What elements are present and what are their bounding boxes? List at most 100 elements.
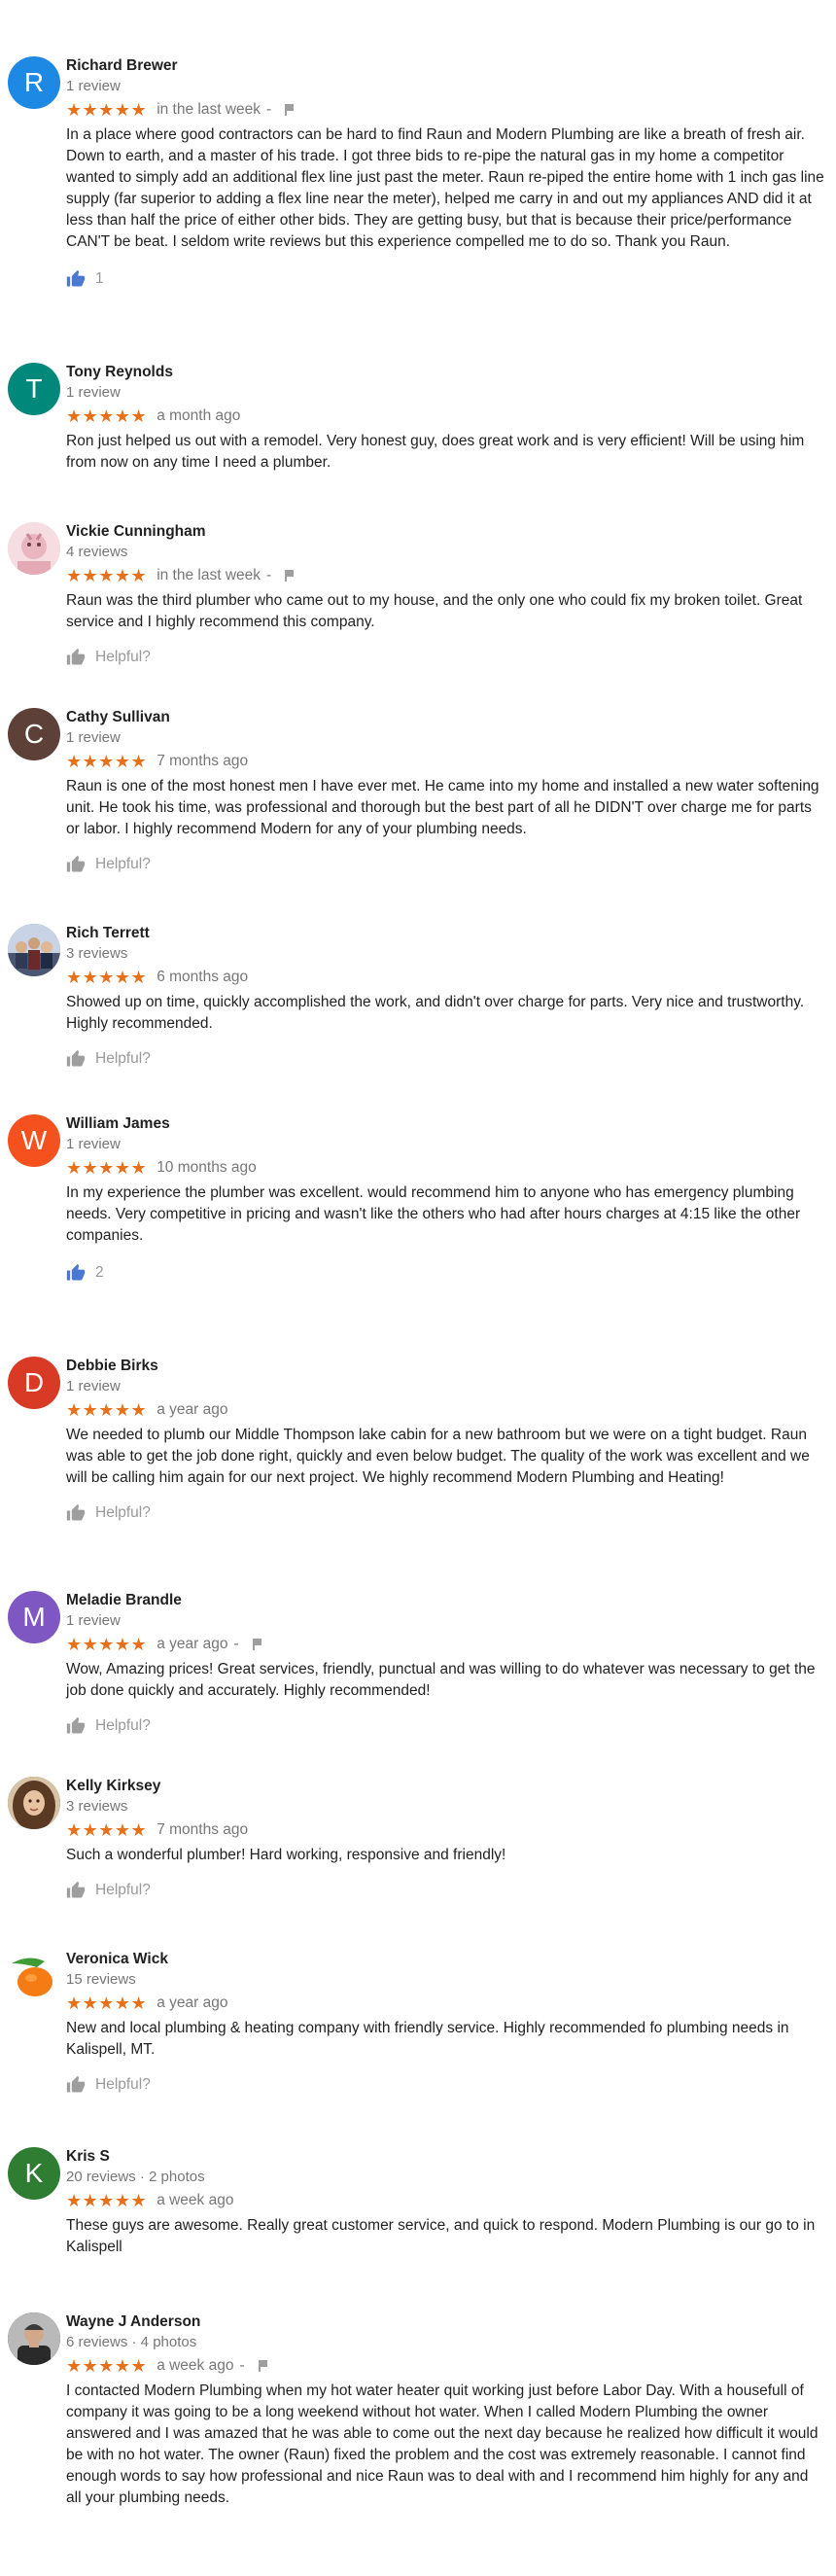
rating-line: ★★★★★ a year ago <box>66 1399 824 1421</box>
reviewer-avatar[interactable] <box>8 1950 60 2002</box>
star-rating: ★★★★★ <box>66 1400 148 1420</box>
helpful-button[interactable]: Helpful? <box>66 647 824 668</box>
thumbs-up-icon <box>66 1263 86 1283</box>
helpful-label: Helpful? <box>95 1504 151 1521</box>
review-time: in the last week <box>157 101 261 118</box>
star-rating: ★★★★★ <box>66 406 148 426</box>
reviewer-avatar[interactable] <box>8 924 60 976</box>
like-button[interactable]: 1 <box>66 268 824 290</box>
flag-icon[interactable] <box>283 103 296 117</box>
reviewer-name[interactable]: William James <box>66 1114 824 1134</box>
thumbs-up-icon <box>66 1503 86 1523</box>
flag-icon[interactable] <box>257 2359 270 2373</box>
helpful-button[interactable]: Helpful? <box>66 854 824 875</box>
avatar-letter: R <box>23 67 45 97</box>
reviewer-avatar[interactable]: R <box>8 56 60 109</box>
review-text: Ron just helped us out with a remodel. V… <box>66 433 805 471</box>
separator: - <box>239 2357 245 2374</box>
reviewer-name[interactable]: Vickie Cunningham <box>66 522 824 542</box>
reviewer-name[interactable]: Cathy Sullivan <box>66 708 824 727</box>
review-body: Debbie Birks 1 review ★★★★★ a year ago We ne… <box>66 1357 824 1524</box>
star-rating: ★★★★★ <box>66 2191 148 2210</box>
review-time: a year ago <box>157 1401 228 1418</box>
rating-line: ★★★★★ a year ago <box>66 1993 824 2014</box>
flag-icon[interactable] <box>283 569 296 582</box>
separator: - <box>266 101 272 118</box>
rating-line: ★★★★★ in the last week - <box>66 99 824 121</box>
reviewer-avatar[interactable]: T <box>8 363 60 415</box>
star-rating: ★★★★★ <box>66 1820 148 1840</box>
helpful-label: Helpful? <box>95 1717 151 1734</box>
reviewer-avatar[interactable]: C <box>8 708 60 760</box>
reviewer-avatar[interactable] <box>8 522 60 575</box>
rating-line: ★★★★★ a month ago <box>66 406 824 427</box>
reviewer-review-count: 20 reviews · 2 photos <box>66 2169 205 2185</box>
star-rating: ★★★★★ <box>66 1158 148 1178</box>
avatar-letter: W <box>20 1125 48 1155</box>
star-rating: ★★★★★ <box>66 1635 148 1654</box>
review-body: Meladie Brandle 1 review ★★★★★ a year ago - W… <box>66 1591 824 1737</box>
helpful-button[interactable]: Helpful? <box>66 1715 824 1737</box>
reviewer-avatar[interactable]: W <box>8 1114 60 1167</box>
review-text: In my experience the plumber was excelle… <box>66 1184 801 1244</box>
reviewer-avatar[interactable] <box>8 2312 60 2365</box>
review-text: Raun was the third plumber who came out … <box>66 592 803 630</box>
star-rating: ★★★★★ <box>66 1994 148 2013</box>
reviewer-name[interactable]: Richard Brewer <box>66 56 824 76</box>
helpful-button[interactable]: Helpful? <box>66 1502 824 1524</box>
review-time: a month ago <box>157 407 241 424</box>
reviewer-review-count: 1 review <box>66 384 121 401</box>
reviewer-name[interactable]: Veronica Wick <box>66 1950 824 1969</box>
separator: - <box>266 567 272 583</box>
star-rating: ★★★★★ <box>66 2356 148 2376</box>
review-body: Kelly Kirksey 3 reviews ★★★★★ 7 months ago S… <box>66 1777 824 1901</box>
reviewer-review-count: 1 review <box>66 1378 121 1394</box>
review-body: Tony Reynolds 1 review ★★★★★ a month ago Ron… <box>66 363 824 474</box>
rating-line: ★★★★★ a year ago - <box>66 1634 824 1655</box>
flag-icon[interactable] <box>251 1638 264 1651</box>
reviewer-review-count: 15 reviews <box>66 1971 136 1988</box>
helpful-button[interactable]: Helpful? <box>66 1880 824 1901</box>
review-body: Rich Terrett 3 reviews ★★★★★ 6 months ago Sh… <box>66 924 824 1070</box>
review-body: Wayne J Anderson 6 reviews · 4 photos ★★★★… <box>66 2312 824 2509</box>
reviewer-name[interactable]: Tony Reynolds <box>66 363 824 382</box>
helpful-button[interactable]: Helpful? <box>66 2074 824 2096</box>
reviewer-review-count: 1 review <box>66 729 121 746</box>
helpful-label: Helpful? <box>95 649 151 665</box>
review-text: New and local plumbing & heating company… <box>66 2020 789 2058</box>
reviewer-name[interactable]: Debbie Birks <box>66 1357 824 1376</box>
reviewer-name[interactable]: Meladie Brandle <box>66 1591 824 1610</box>
thumbs-up-icon <box>66 1049 86 1069</box>
review-time: in the last week <box>157 567 261 583</box>
review-body: Veronica Wick 15 reviews ★★★★★ a year ago Ne… <box>66 1950 824 2096</box>
like-count: 1 <box>95 270 104 287</box>
reviewer-name[interactable]: Kris S <box>66 2147 824 2167</box>
review-text: I contacted Modern Plumbing when my hot … <box>66 2382 819 2506</box>
rating-line: ★★★★★ 6 months ago <box>66 967 824 988</box>
reviewer-avatar[interactable] <box>8 1777 60 1829</box>
review-body: Vickie Cunningham 4 reviews ★★★★★ in the la… <box>66 522 824 668</box>
reviewer-name[interactable]: Rich Terrett <box>66 924 824 943</box>
avatar-letter: C <box>23 719 45 749</box>
reviewer-review-count: 3 reviews <box>66 1798 128 1815</box>
like-button[interactable]: 2 <box>66 1262 824 1284</box>
review-time: a week ago <box>157 2192 234 2208</box>
review-body: Cathy Sullivan 1 review ★★★★★ 7 months ago R… <box>66 708 824 875</box>
reviewer-avatar[interactable]: M <box>8 1591 60 1643</box>
helpful-button[interactable]: Helpful? <box>66 1048 824 1070</box>
reviewer-review-count: 1 review <box>66 78 121 94</box>
review-time: 6 months ago <box>157 969 249 985</box>
avatar-letter: M <box>22 1602 46 1632</box>
reviewer-name[interactable]: Kelly Kirksey <box>66 1777 824 1796</box>
helpful-label: Helpful? <box>95 1882 151 1898</box>
review-text: Raun is one of the most honest men I hav… <box>66 778 819 837</box>
star-rating: ★★★★★ <box>66 566 148 585</box>
review-time: a week ago <box>157 2357 234 2374</box>
separator: - <box>233 1636 239 1652</box>
review-time: 7 months ago <box>157 1821 249 1838</box>
thumbs-up-icon <box>66 269 86 289</box>
reviewer-avatar[interactable]: K <box>8 2147 60 2200</box>
reviewer-name[interactable]: Wayne J Anderson <box>66 2312 824 2332</box>
reviewer-avatar[interactable]: D <box>8 1357 60 1409</box>
thumbs-up-icon <box>66 2075 86 2095</box>
